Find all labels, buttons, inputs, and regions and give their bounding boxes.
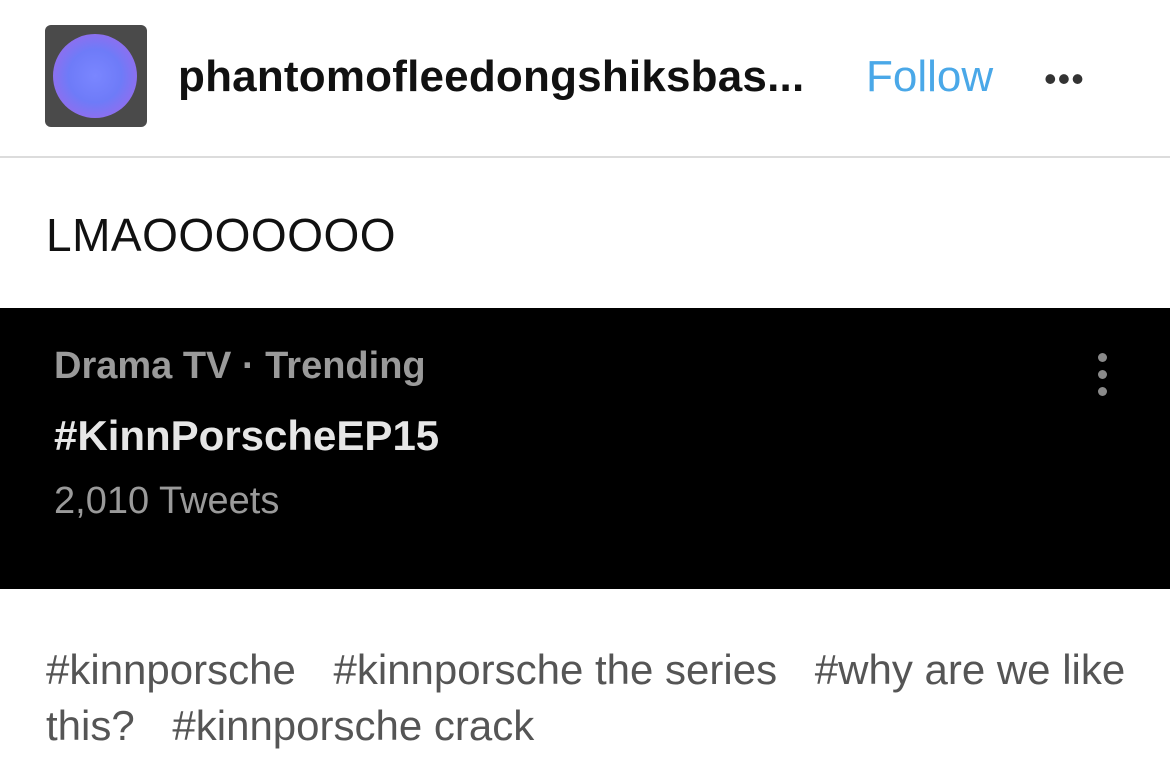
post-header: phantomofleedongshiksbas... Follow ••• — [0, 0, 1170, 157]
header-divider — [0, 156, 1170, 158]
post-text: LMAOOOOOOO — [46, 209, 397, 261]
vertical-more-icon — [1098, 353, 1110, 404]
more-options-icon[interactable]: ••• — [1044, 58, 1085, 100]
post-tags: #kinnporsche #kinnporsche the series #wh… — [46, 642, 1136, 754]
trend-tweet-count: 2,010 Tweets — [54, 480, 280, 522]
follow-button[interactable]: Follow — [866, 52, 993, 102]
avatar-image — [53, 34, 137, 118]
tag-link[interactable]: #kinnporsche the series — [334, 646, 778, 693]
tag-link[interactable]: #kinnporsche — [46, 646, 296, 693]
trend-hashtag: #KinnPorscheEP15 — [54, 412, 440, 459]
username-link[interactable]: phantomofleedongshiksbas... — [178, 52, 804, 102]
avatar[interactable] — [45, 25, 147, 127]
trend-category: Drama TV · Trending — [54, 345, 426, 387]
trend-screenshot-image: Drama TV · Trending #KinnPorscheEP15 2,0… — [0, 308, 1170, 589]
tag-link[interactable]: #kinnporsche crack — [172, 702, 534, 749]
